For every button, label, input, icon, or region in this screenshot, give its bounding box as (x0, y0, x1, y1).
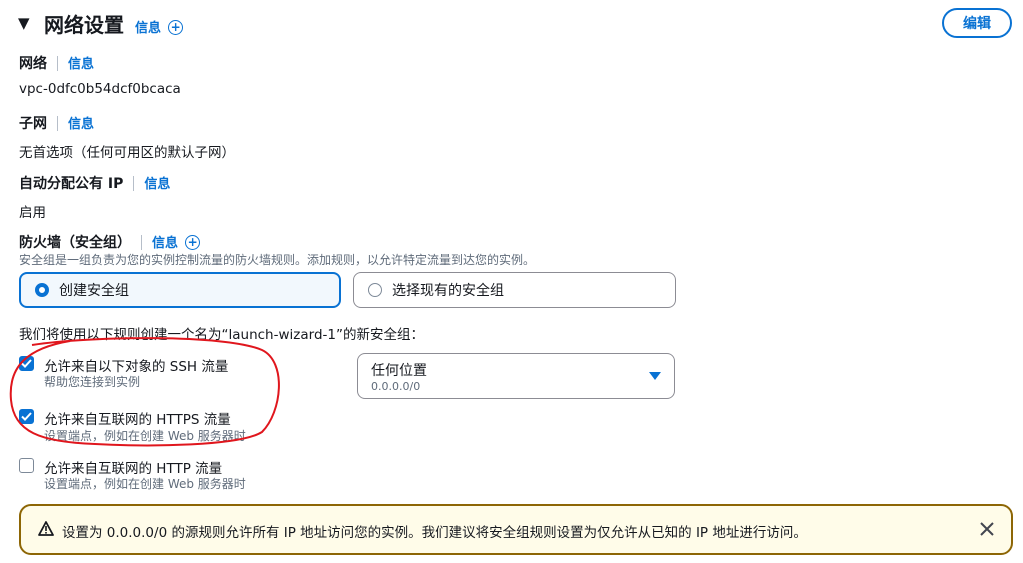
section-title: 网络设置 (44, 13, 124, 37)
public-ip-info-link[interactable]: 信息 (144, 177, 170, 192)
subnet-info-link[interactable]: 信息 (68, 117, 94, 132)
source-select-value: 任何位置 (371, 363, 427, 379)
subnet-value: 无首选项（任何可用区的默认子网） (19, 145, 235, 161)
plus-circle-icon[interactable]: + (168, 20, 184, 35)
check-icon (21, 359, 32, 368)
ssh-rule-label: 允许来自以下对象的 SSH 流量 (44, 359, 229, 375)
caret-down-icon[interactable] (649, 372, 661, 380)
check-icon (21, 412, 32, 421)
network-label: 网络 (19, 56, 47, 72)
select-existing-security-group-label: 选择现有的安全组 (392, 283, 504, 299)
ssh-rule-checkbox[interactable] (19, 356, 34, 371)
network-value: vpc-0dfc0b54dcf0bcaca (19, 81, 181, 97)
warning-text: 设置为 0.0.0.0/0 的源规则允许所有 IP 地址访问您的实例。我们建议将… (62, 525, 807, 541)
https-rule-checkbox[interactable] (19, 409, 34, 424)
firewall-info-link[interactable]: 信息 (152, 236, 178, 251)
radio-selected-icon[interactable] (35, 283, 49, 297)
https-rule-description: 设置端点，例如在创建 Web 服务器时 (44, 429, 246, 443)
firewall-label: 防火墙（安全组） (19, 235, 131, 251)
subnet-label: 子网 (19, 116, 47, 132)
ssh-rule-description: 帮助您连接到实例 (44, 375, 141, 389)
public-ip-value: 启用 (19, 205, 46, 221)
https-rule-label: 允许来自互联网的 HTTPS 流量 (44, 412, 231, 428)
header-info-link[interactable]: 信息 (135, 21, 161, 36)
public-ip-label: 自动分配公有 IP (19, 176, 124, 192)
header-info: 信息 + (135, 17, 184, 36)
source-select-subvalue: 0.0.0.0/0 (371, 380, 421, 393)
http-rule-label: 允许来自互联网的 HTTP 流量 (44, 461, 223, 477)
edit-button[interactable]: 编辑 (942, 8, 1012, 38)
firewall-description: 安全组是一组负责为您的实例控制流量的防火墙规则。添加规则，以允许特定流量到达您的… (19, 253, 536, 267)
create-security-group-tile[interactable]: 创建安全组 (19, 272, 341, 308)
close-icon[interactable] (980, 522, 994, 536)
divider (57, 56, 58, 71)
http-rule-description: 设置端点，例如在创建 Web 服务器时 (44, 477, 246, 491)
network-field: 网络 信息 (19, 53, 94, 73)
divider (133, 176, 135, 191)
subnet-field: 子网 信息 (19, 113, 94, 133)
collapse-caret-icon[interactable]: ▼ (18, 14, 30, 32)
http-rule-checkbox[interactable] (19, 458, 34, 473)
rules-intro: 我们将使用以下规则创建一个名为“launch-wizard-1”的新安全组： (19, 327, 424, 343)
warning-alert: 设置为 0.0.0.0/0 的源规则允许所有 IP 地址访问您的实例。我们建议将… (19, 504, 1013, 555)
select-existing-security-group-tile[interactable]: 选择现有的安全组 (353, 272, 676, 308)
create-security-group-label: 创建安全组 (59, 283, 129, 299)
plus-circle-icon[interactable]: + (185, 235, 201, 250)
public-ip-field: 自动分配公有 IP 信息 (19, 173, 170, 193)
radio-unselected-icon[interactable] (368, 283, 382, 297)
divider (141, 235, 142, 250)
firewall-field: 防火墙（安全组） 信息 + (19, 232, 201, 252)
warning-icon (38, 521, 54, 536)
network-info-link[interactable]: 信息 (68, 57, 94, 72)
divider (57, 116, 58, 131)
source-select[interactable]: 任何位置 0.0.0.0/0 (357, 353, 675, 399)
